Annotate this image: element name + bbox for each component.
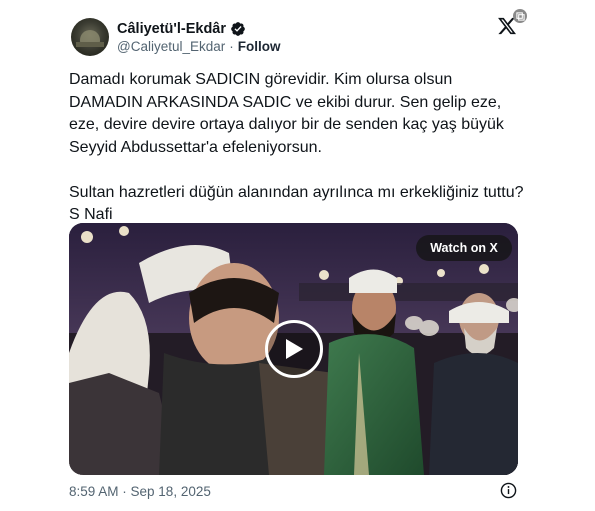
author-avatar[interactable] (71, 18, 109, 56)
info-icon[interactable] (500, 482, 517, 499)
tweet-text: Damadı korumak SADICIN görevidir. Kim ol… (69, 71, 524, 223)
external-link-glyph (515, 11, 525, 21)
play-button[interactable] (265, 320, 323, 378)
author-display-name[interactable]: Câliyetü'l-Ekdâr (117, 21, 226, 37)
tweet-timestamp[interactable]: 8:59 AM · Sep 18, 2025 (69, 484, 211, 499)
watch-on-x-button[interactable]: Watch on X (416, 235, 512, 261)
external-link-icon[interactable] (513, 9, 527, 23)
author-handle-row: @Caliyetul_Ekdar · Follow (117, 39, 281, 54)
play-icon (286, 339, 303, 359)
verified-badge-icon (231, 22, 245, 36)
author-name-row[interactable]: Câliyetü'l-Ekdâr (117, 20, 246, 38)
author-handle[interactable]: @Caliyetul_Ekdar (117, 39, 225, 54)
avatar-base-shape (76, 42, 104, 47)
handle-separator: · (229, 39, 234, 54)
follow-button[interactable]: Follow (238, 39, 281, 54)
